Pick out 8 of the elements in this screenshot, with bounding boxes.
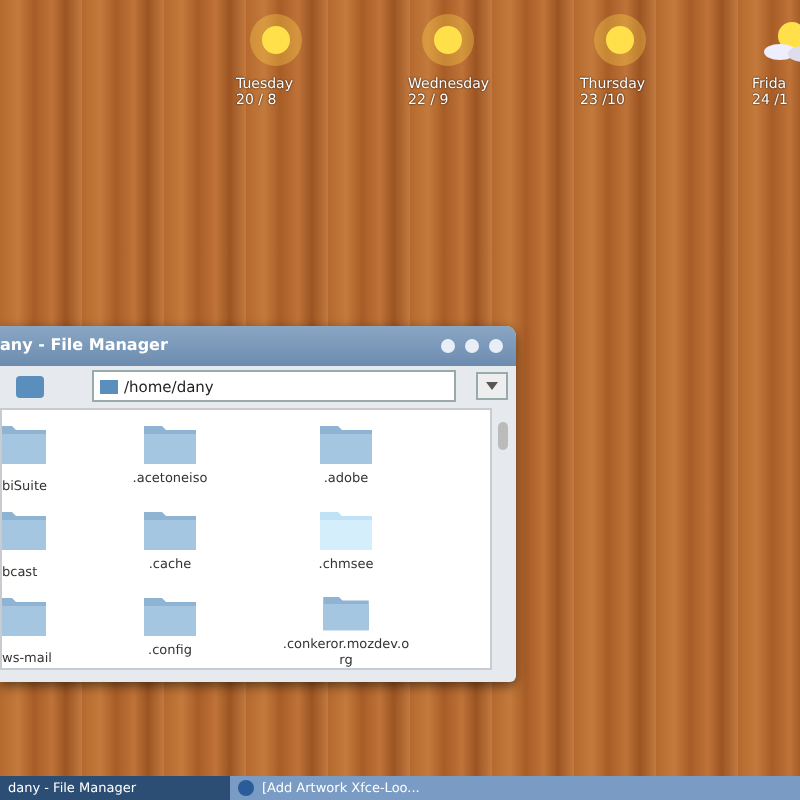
globe-icon <box>238 780 254 796</box>
home-button[interactable] <box>16 375 44 398</box>
caret-icon <box>486 382 498 391</box>
window-title: any - File Manager <box>0 336 168 355</box>
sun-icon <box>420 12 476 68</box>
dropdown-button[interactable] <box>476 372 508 401</box>
sun-icon <box>592 12 648 68</box>
sun-icon <box>248 12 304 68</box>
